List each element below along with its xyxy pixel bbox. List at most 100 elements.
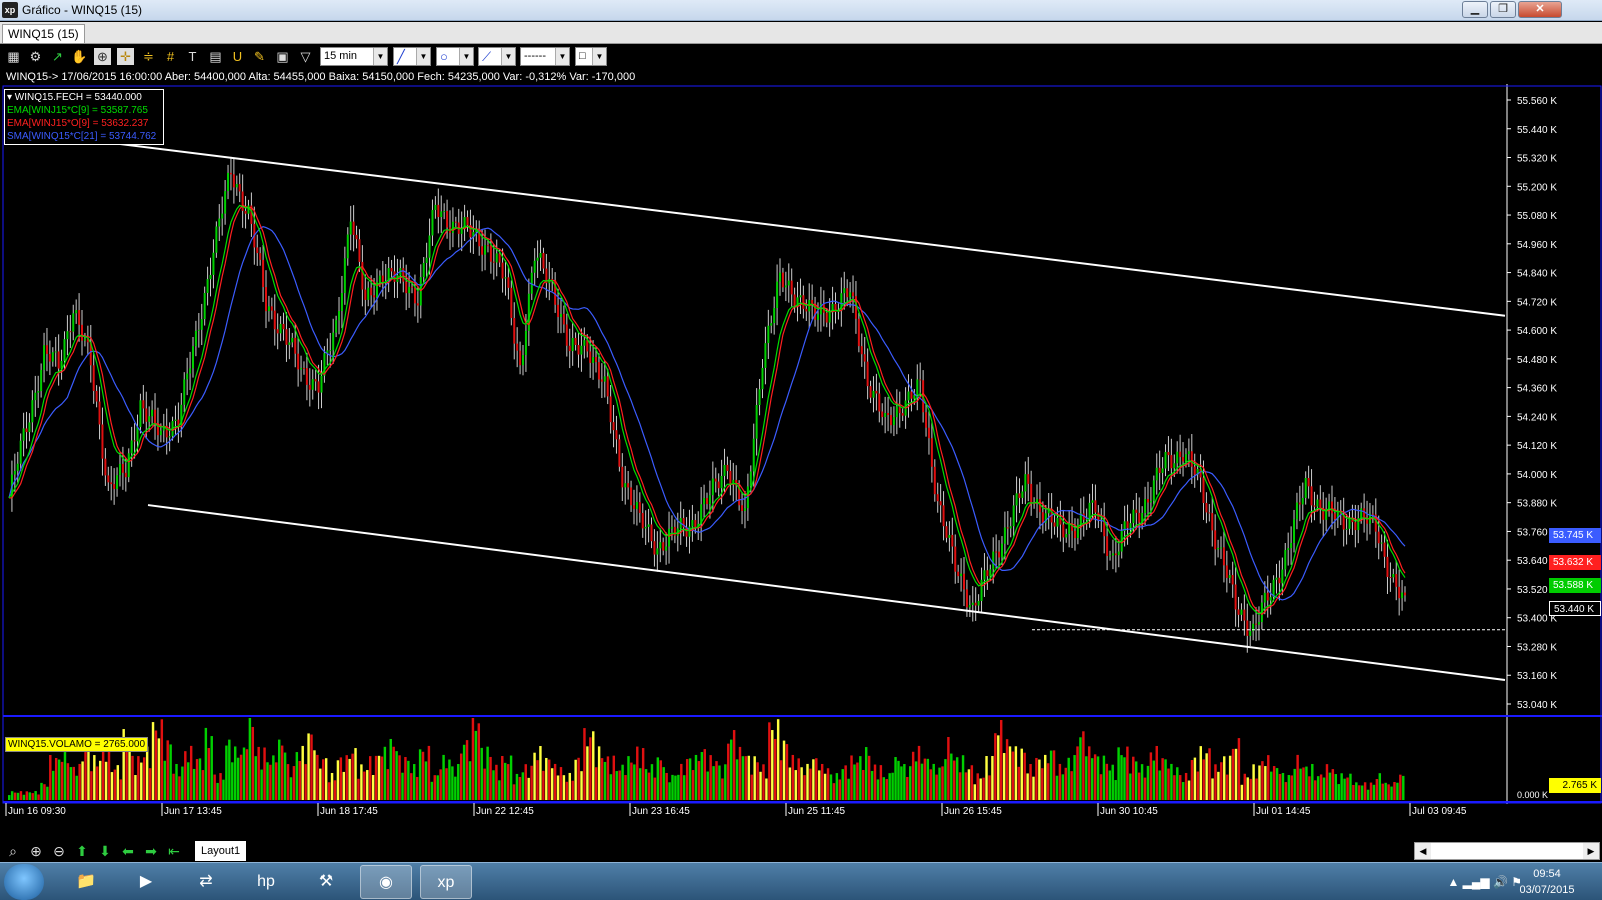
minimize-button[interactable]: ▁ xyxy=(1462,1,1488,18)
line-style-select[interactable]: ------ ▼ xyxy=(520,47,570,66)
volume-bar xyxy=(501,755,504,800)
candle-body xyxy=(568,345,571,352)
candle-body xyxy=(995,551,998,553)
candle-body xyxy=(151,409,154,417)
fibonacci-icon[interactable]: U xyxy=(229,48,246,65)
indicator-icon[interactable]: ↗ xyxy=(49,48,66,65)
volume-bar xyxy=(1214,764,1217,800)
fan-tool-select[interactable]: ⟋ ▼ xyxy=(478,47,516,66)
clock-time: 09:54 xyxy=(1533,868,1561,880)
media-player-icon[interactable]: ▶ xyxy=(120,865,172,899)
candle-body xyxy=(1371,513,1374,515)
scroll-right-icon[interactable]: ▶ xyxy=(1583,843,1599,859)
chart-type-icon[interactable]: ▦ xyxy=(5,48,22,65)
arrow-down-icon[interactable]: ⬇ xyxy=(96,842,114,860)
candle-body xyxy=(954,546,957,572)
title-bar[interactable]: xp Gráfico - WINQ15 (15) ▁ ❐ ✕ xyxy=(0,0,1602,21)
layout-tab[interactable]: Layout1 xyxy=(195,841,247,861)
arrow-end-icon[interactable]: ⇤ xyxy=(165,842,183,860)
line-tool-select[interactable]: ╱ ▼ xyxy=(393,47,431,66)
volume-bar xyxy=(712,766,715,800)
volume-bar xyxy=(1020,748,1023,800)
price-chart[interactable]: 55.560 K 55.440 K 55.320 K 55.200 K 55.080 K… xyxy=(0,84,1602,845)
zoom-in-icon[interactable]: ⊕ xyxy=(27,842,45,860)
candle-body xyxy=(317,381,320,393)
volume-bar xyxy=(911,751,915,800)
volume-bar xyxy=(345,755,348,800)
volume-bar xyxy=(1137,772,1141,800)
shape-tool-select[interactable]: ○ ▼ xyxy=(436,47,474,66)
interval-value: 15 min xyxy=(324,50,358,62)
volume-bar xyxy=(800,767,803,800)
volume-bar xyxy=(894,757,897,800)
grid-lines-icon[interactable]: # xyxy=(162,48,179,65)
zoom-icon[interactable]: ⌕ xyxy=(4,842,22,860)
indicator-legend[interactable]: ▾ WINQ15.FECH = 53440.000 EMA[WINJ15*C[9… xyxy=(4,89,164,145)
settings-icon[interactable]: ⚙ xyxy=(27,48,44,65)
parallel-lines-icon[interactable]: ≑ xyxy=(140,48,157,65)
volume-legend[interactable]: WINQ15.VOLAMO = 2765.000 xyxy=(5,737,149,752)
maximize-button[interactable]: ❐ xyxy=(1490,1,1516,18)
zoom-out-icon[interactable]: ⊖ xyxy=(50,842,68,860)
hp-icon[interactable]: hp xyxy=(240,865,292,899)
chart-area[interactable]: 55.560 K 55.440 K 55.320 K 55.200 K 55.080 K… xyxy=(0,84,1602,845)
arrow-up-icon[interactable]: ⬆ xyxy=(73,842,91,860)
candle-body xyxy=(960,573,963,577)
system-tray[interactable]: ▲ ▂▄▆ 🔊 ⚑ xyxy=(1447,875,1522,889)
interval-select[interactable]: 15 min ▼ xyxy=(320,47,388,66)
explorer-icon[interactable]: 📁 xyxy=(60,865,112,899)
tab-winq15[interactable]: WINQ15 (15) xyxy=(2,24,85,43)
volume-bar xyxy=(219,773,222,800)
candle-body xyxy=(218,218,221,227)
clipboard-icon[interactable]: ▣ xyxy=(274,48,291,65)
text-icon[interactable]: T xyxy=(184,48,201,65)
candle-body xyxy=(726,464,729,471)
taskbar-clock[interactable]: 09:54 03/07/2015 xyxy=(1512,866,1582,898)
pencil-icon[interactable]: ✎ xyxy=(251,48,268,65)
zoom-area-icon[interactable]: ⊕ xyxy=(94,48,111,65)
candle-body xyxy=(1015,493,1018,506)
candle-body xyxy=(232,174,235,188)
candle-body xyxy=(784,285,787,288)
volume-bar xyxy=(78,763,81,800)
volume-bar xyxy=(1049,750,1053,800)
volume-bar xyxy=(304,764,307,800)
arrow-right-icon[interactable]: ➡ xyxy=(142,842,160,860)
candle-body xyxy=(729,470,732,485)
candle-body xyxy=(1056,517,1059,527)
volume-bar xyxy=(1258,765,1261,800)
candle-body xyxy=(1383,542,1386,557)
close-button[interactable]: ✕ xyxy=(1518,1,1562,18)
candle-body xyxy=(773,308,776,324)
chevron-down-icon: ▼ xyxy=(373,48,387,65)
volume-bar xyxy=(169,744,172,800)
filter-icon[interactable]: ▽ xyxy=(297,48,314,65)
volume-bar xyxy=(994,733,997,800)
volume-bar xyxy=(1096,756,1100,800)
volume-bar xyxy=(54,757,58,800)
candle-body xyxy=(945,526,948,538)
candle-body xyxy=(1000,543,1003,558)
tools-icon[interactable]: ⚒ xyxy=(300,865,352,899)
volume-bar xyxy=(1102,755,1106,800)
color-select[interactable]: □ ▼ xyxy=(575,47,607,66)
candle-body xyxy=(1146,499,1149,503)
calculator-icon[interactable]: ▤ xyxy=(207,48,224,65)
arrow-left-icon[interactable]: ⬅ xyxy=(119,842,137,860)
candle-body xyxy=(285,329,288,345)
candle-body xyxy=(895,406,898,418)
volume-bar xyxy=(580,771,583,800)
scroll-left-icon[interactable]: ◀ xyxy=(1415,843,1431,859)
network-icon[interactable]: ⇄ xyxy=(180,865,232,899)
chevron-down-icon: ▼ xyxy=(459,48,473,65)
start-button[interactable] xyxy=(4,864,44,900)
horizontal-scrollbar[interactable]: ◀ ▶ xyxy=(1414,842,1600,860)
xp-app-icon[interactable]: xp xyxy=(420,865,472,899)
volume-bar xyxy=(1123,757,1126,800)
volume-bar xyxy=(163,760,166,800)
chrome-icon[interactable]: ◉ xyxy=(360,865,412,899)
crosshair-icon[interactable]: ✛ xyxy=(117,48,134,65)
candle-body xyxy=(1088,502,1091,519)
hand-icon[interactable]: ✋ xyxy=(71,48,88,65)
volume-bar xyxy=(10,791,14,800)
